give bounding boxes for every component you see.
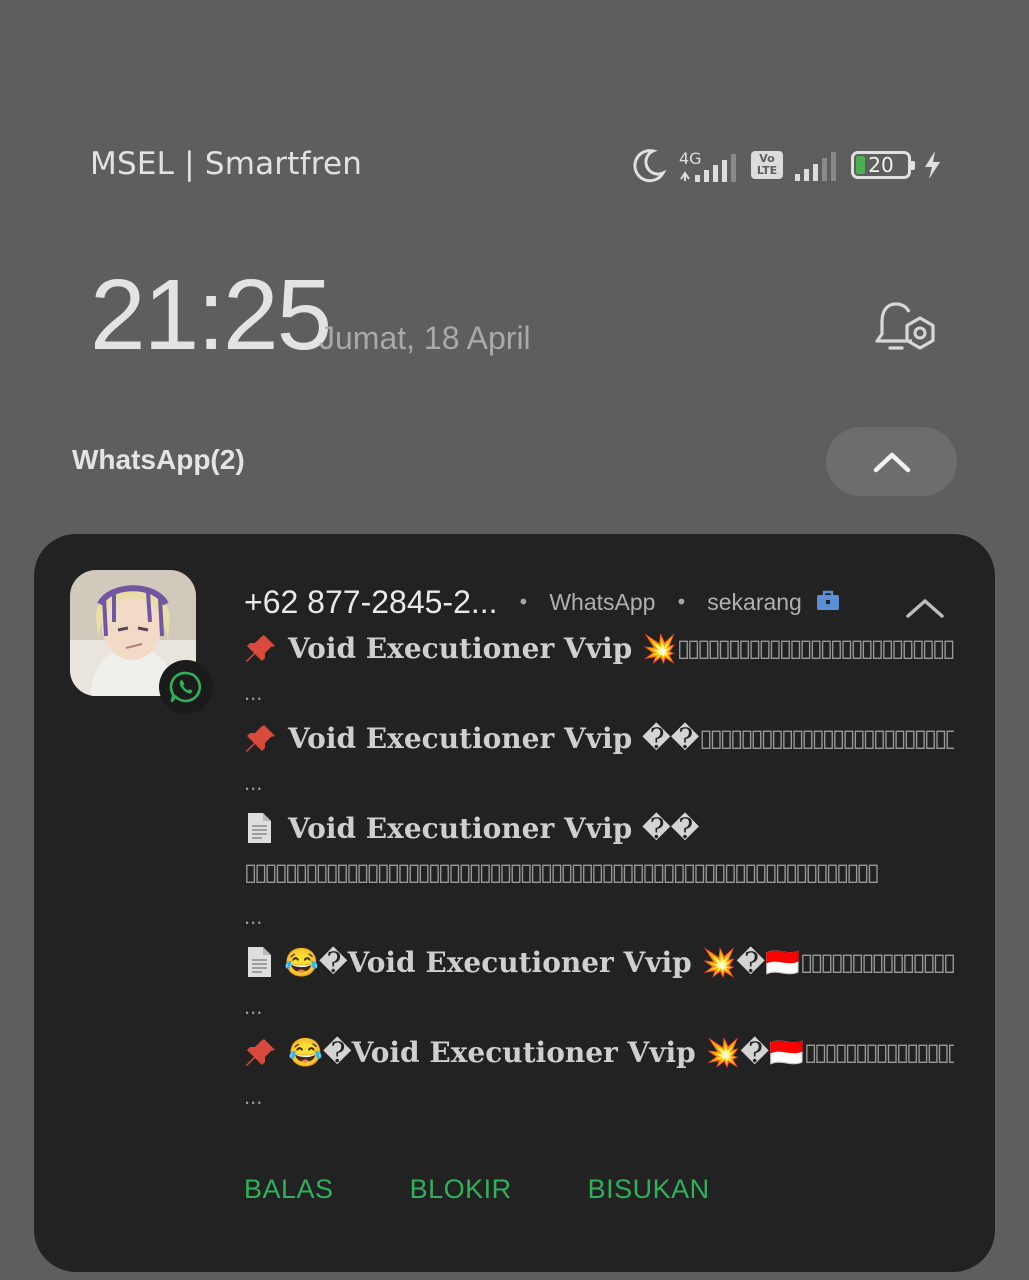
message-line: 😂� Void Executioner Vvip 💥�🇮🇩 ▯▯▯▯▯▯▯▯▯▯… [244,1030,954,1074]
message-emoji: 😂� [284,945,348,979]
message-line: Void Executioner Vvip 💥 ▯▯▯▯▯▯▯▯▯▯▯▯▯▯▯▯… [244,626,954,670]
message-ellipsis: ... [244,680,263,705]
work-profile-icon [816,589,840,615]
carrier-name: MSEL | Smartfren [90,146,363,182]
pin-icon [244,632,278,664]
message-text: Void Executioner Vvip [347,945,692,979]
collapse-notification-button[interactable] [905,596,945,624]
message-emoji: 💥�🇮🇩 [701,945,800,979]
mute-button[interactable]: BISUKAN [588,1174,710,1205]
pin-icon [244,722,278,754]
message-ellipsis: ... [244,1084,263,1109]
document-icon [244,945,274,979]
message-garbled: ▯▯▯▯▯▯▯▯▯▯▯▯▯▯▯▯▯▯▯▯▯▯▯▯▯▯▯▯▯▯▯▯▯▯▯▯▯▯▯▯… [244,858,880,886]
signal-icon: 4G [677,145,741,185]
battery-level: 20 [868,153,894,177]
notification-header: +62 877-2845-2... • WhatsApp • sekarang [244,580,955,624]
message-garbled: ▯▯▯▯▯▯▯▯▯▯▯▯▯▯▯▯▯▯▯▯▯▯▯▯▯▯▯▯ [799,948,954,976]
notification-card[interactable]: +62 877-2845-2... • WhatsApp • sekarang … [34,534,995,1272]
message-emoji: 💥�🇮🇩 [705,1035,804,1069]
notification-settings-icon[interactable] [874,296,942,360]
message-emoji: �� [641,811,700,845]
message-text: Void Executioner Vvip [288,721,633,755]
document-icon [244,811,278,845]
collapse-group-button[interactable] [826,427,957,496]
battery-icon: 20 [851,151,915,179]
pin-icon [244,1036,278,1068]
moon-icon [631,147,667,183]
sender-name: +62 877-2845-2... [244,583,498,620]
message-emoji: 😂� [288,1035,352,1069]
message-ellipsis: ... [244,904,263,929]
separator-dot: • [517,590,530,614]
message-ellipsis: ... [244,994,263,1019]
message-garbled: ▯▯▯▯▯▯▯▯▯▯▯▯▯▯▯▯▯▯▯▯▯▯▯▯▯▯▯▯▯▯▯▯▯▯▯▯▯▯▯ [676,634,954,662]
timestamp: sekarang [707,588,802,615]
message-list: Void Executioner Vvip 💥 ▯▯▯▯▯▯▯▯▯▯▯▯▯▯▯▯… [244,626,954,1120]
message-text: Void Executioner Vvip [351,1035,696,1069]
charging-icon [921,149,943,181]
whatsapp-badge [159,660,213,714]
signal-icon [793,147,841,183]
status-bar: MSEL | Smartfren 4G Vo LTE 20 [0,140,1029,190]
status-icons: 4G Vo LTE 20 [631,140,943,190]
message-garbled: ▯▯▯▯▯▯▯▯▯▯▯▯▯▯▯▯▯▯▯▯▯▯▯▯▯▯▯▯▯▯▯▯▯▯▯▯ [699,724,954,752]
message-line: 😂� Void Executioner Vvip 💥�🇮🇩 ▯▯▯▯▯▯▯▯▯▯… [244,940,954,984]
message-emoji: �� [641,721,700,755]
app-name: WhatsApp [549,588,656,615]
notification-actions: BALAS BLOKIR BISUKAN [244,1174,710,1205]
chevron-up-icon [906,599,944,618]
whatsapp-icon [169,671,202,703]
app-group-title: WhatsApp(2) [72,444,245,475]
separator-dot: • [675,590,688,614]
reply-button[interactable]: BALAS [244,1174,334,1205]
message-line: Void Executioner Vvip �� [244,806,954,850]
message-ellipsis: ... [244,770,263,795]
volte-icon: Vo LTE [751,151,783,179]
message-garbled: ▯▯▯▯▯▯▯▯▯▯▯▯▯▯▯▯▯▯▯▯▯▯▯▯▯▯▯▯ [803,1038,954,1066]
chevron-up-icon [873,452,910,472]
date: Jumat, 18 April [319,320,531,356]
message-emoji: 💥 [641,631,677,665]
message-line: Void Executioner Vvip �� ▯▯▯▯▯▯▯▯▯▯▯▯▯▯▯… [244,716,954,760]
message-text: Void Executioner Vvip [288,811,633,845]
message-text: Void Executioner Vvip [288,631,633,665]
clock: 21:25 [90,259,332,371]
block-button[interactable]: BLOKIR [410,1174,512,1205]
